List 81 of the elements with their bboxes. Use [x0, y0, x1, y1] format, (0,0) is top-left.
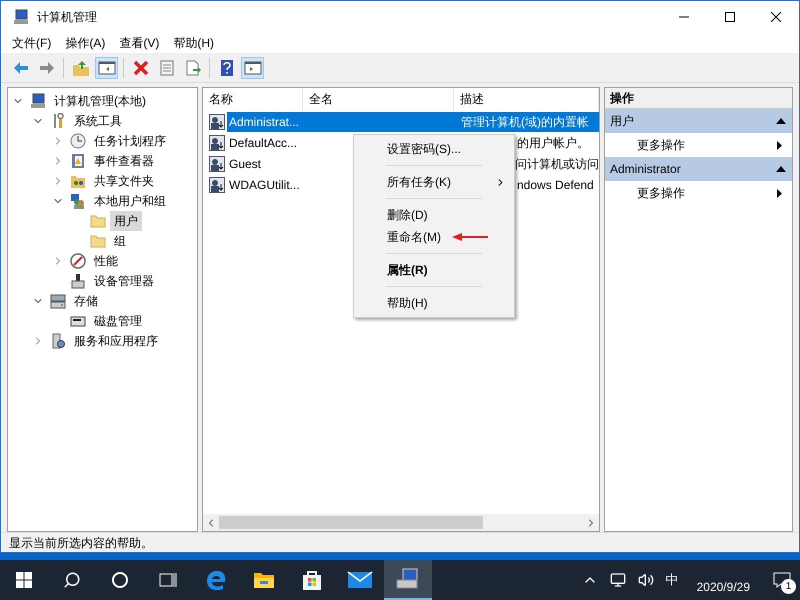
tree-pane-icon	[98, 58, 116, 76]
export-icon	[184, 58, 202, 76]
tree-item[interactable]: 服务和应用程序	[70, 331, 162, 351]
shopping-bag-icon	[300, 568, 324, 592]
tree-item[interactable]: 用户	[110, 211, 142, 231]
pane-header: 操作	[605, 88, 792, 109]
description-cell: 管理计算机(域)的内置帐	[455, 112, 599, 132]
tree-item[interactable]: 磁盘管理	[90, 311, 146, 331]
storage-icon	[50, 293, 66, 309]
menu-item[interactable]: 删除(D)	[354, 204, 428, 226]
tree-item[interactable]: 共享文件夹	[90, 171, 158, 191]
status-text: 显示当前所选内容的帮助。	[9, 534, 153, 552]
collapse-icon[interactable]	[776, 166, 786, 172]
maximize-icon	[725, 12, 735, 22]
user-icon	[209, 134, 225, 150]
event-log-icon	[70, 153, 86, 169]
computer-icon	[30, 93, 46, 109]
tree-item[interactable]: 性能	[90, 251, 122, 271]
menu-item[interactable]: 操作(A)	[58, 34, 112, 52]
circle-icon	[111, 571, 129, 589]
close-icon	[771, 12, 781, 22]
search-icon	[63, 571, 81, 589]
user-name[interactable]: Administrat...	[227, 112, 455, 132]
submenu-arrow-icon	[777, 140, 782, 150]
tree-item[interactable]: 本地用户和组	[90, 191, 170, 211]
delete-icon	[132, 58, 150, 76]
menu-item[interactable]: 帮助(H)	[166, 34, 221, 52]
column-header[interactable]: 全名	[303, 88, 454, 111]
folder-up-icon	[72, 58, 90, 76]
horizontal-scrollbar[interactable]	[203, 514, 599, 531]
description-cell-text: 问计算机或访问	[515, 156, 599, 172]
submenu-arrow-icon	[777, 188, 782, 198]
tree-item[interactable]: 组	[110, 231, 130, 251]
volume-icon[interactable]	[638, 572, 654, 588]
column-header[interactable]: 描述	[454, 88, 599, 111]
toolbar-button[interactable]	[241, 56, 264, 78]
notification-icon[interactable]	[773, 572, 791, 588]
tree-item[interactable]: 设备管理器	[90, 271, 158, 291]
server-gear-icon	[50, 333, 66, 349]
menu-item[interactable]: 查看(V)	[112, 34, 166, 52]
users-icon	[70, 193, 86, 209]
description-cell-text: ndows Defend	[517, 176, 595, 194]
window-title: 计算机管理	[37, 9, 97, 26]
tree-item[interactable]: 事件查看器	[90, 151, 158, 171]
description-cell-text: 的用户帐户。	[517, 134, 590, 152]
tree-item[interactable]: 计算机管理(本地)	[50, 91, 150, 111]
properties-icon	[158, 58, 176, 76]
toolbar-button[interactable]	[95, 56, 118, 78]
task-view-icon	[159, 571, 177, 589]
windows-logo-icon	[16, 572, 32, 588]
folder-icon	[90, 213, 106, 229]
browser-icon	[204, 568, 228, 592]
menu-item[interactable]: 帮助(H)	[354, 292, 428, 314]
tree-item[interactable]: 系统工具	[70, 111, 126, 131]
menu-item[interactable]: 所有任务(K)	[354, 171, 451, 193]
menu-item[interactable]: 属性(R)	[354, 259, 428, 281]
user-icon	[209, 156, 225, 172]
notification-count: 1	[781, 579, 796, 594]
folder-icon	[90, 233, 106, 249]
menu-item[interactable]: 文件(F)	[5, 34, 58, 52]
menu-item[interactable]: 重命名(M)	[354, 226, 441, 248]
shared-folder-icon	[70, 173, 86, 189]
computer-icon	[13, 9, 29, 25]
action-link[interactable]: 更多操作	[637, 136, 685, 154]
pointer-arrow-icon	[452, 233, 488, 241]
input-method[interactable]: 中	[666, 570, 679, 590]
user-icon	[209, 176, 225, 192]
user-icon	[209, 114, 225, 130]
clock-icon	[70, 133, 86, 149]
tree-item[interactable]: 任务计划程序	[90, 131, 170, 151]
section-title[interactable]: 用户	[610, 112, 634, 130]
gauge-icon	[70, 253, 86, 269]
action-pane-icon	[244, 58, 262, 76]
collapse-icon[interactable]	[776, 118, 786, 124]
tree-item[interactable]: 存储	[70, 291, 102, 311]
action-link[interactable]: 更多操作	[637, 184, 685, 202]
menu-item[interactable]: 设置密码(S)...	[354, 138, 461, 160]
clock-date[interactable]: 2020/9/29	[696, 578, 750, 596]
column-header[interactable]: 名称	[203, 88, 303, 111]
device-icon	[70, 273, 86, 289]
network-icon[interactable]	[610, 572, 626, 588]
